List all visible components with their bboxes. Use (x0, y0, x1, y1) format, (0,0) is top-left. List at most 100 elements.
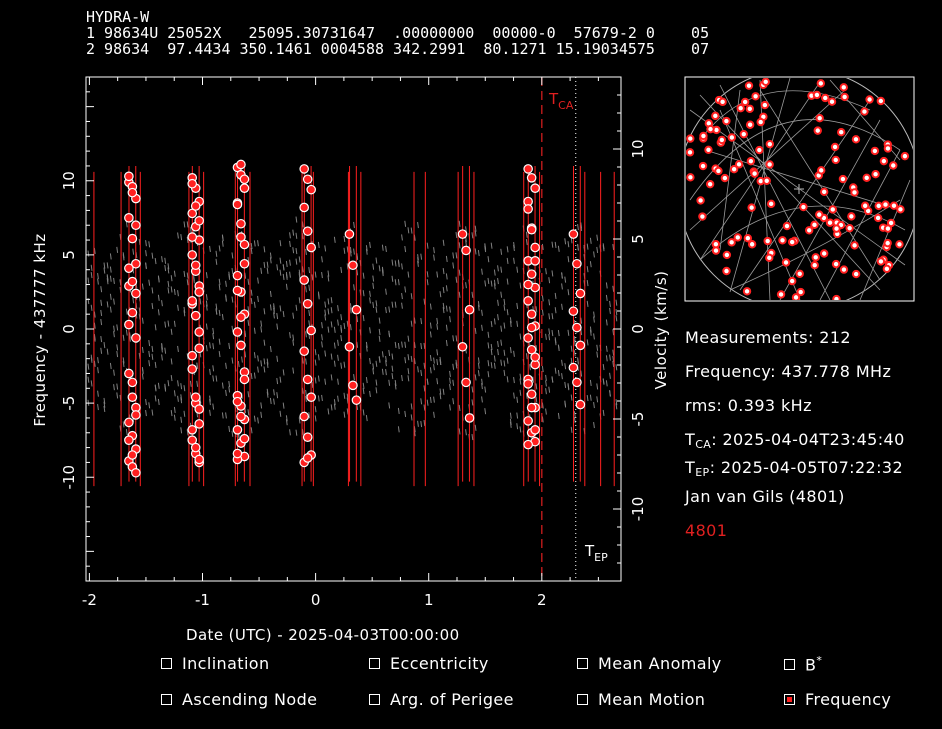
sky-point (847, 212, 856, 221)
sky-point (873, 213, 883, 223)
model-dash (586, 394, 589, 402)
model-dash (407, 354, 410, 361)
y-tick-label-right: -5 (629, 412, 647, 427)
model-dash (426, 271, 429, 278)
sky-point (840, 92, 849, 102)
bstar-checkbox[interactable] (784, 658, 795, 670)
model-dash (215, 375, 218, 382)
model-dash (397, 343, 400, 350)
model-dash (445, 255, 448, 263)
model-dash (513, 392, 515, 399)
model-dash (196, 380, 199, 387)
sky-point (765, 139, 775, 149)
model-dash (100, 299, 103, 306)
bstar-toggle[interactable]: B* (784, 654, 822, 674)
model-dash (609, 372, 611, 379)
measurement-point (526, 322, 537, 333)
model-dash (381, 351, 384, 358)
ascending-node-checkbox[interactable] (161, 694, 172, 705)
mean-motion-toggle[interactable]: Mean Motion (577, 690, 705, 709)
model-dash (97, 390, 99, 397)
model-dash (263, 358, 266, 365)
model-dash (113, 331, 115, 338)
model-dash (151, 345, 154, 353)
model-dash (308, 320, 311, 327)
measurement-points (124, 159, 586, 478)
reference-lines (541, 77, 577, 581)
model-dash (343, 322, 346, 330)
model-dash (605, 355, 608, 362)
measurement-point (127, 276, 138, 287)
arg-of-perigee-toggle[interactable]: Arg. of Perigee (369, 690, 514, 709)
sky-point (879, 156, 889, 166)
model-dash (116, 324, 119, 331)
model-dash (305, 286, 307, 293)
eccentricity-checkbox[interactable] (369, 658, 380, 669)
model-dash (503, 369, 506, 377)
model-dash (90, 304, 93, 311)
sky-point (787, 237, 797, 247)
mean-anomaly-checkbox[interactable] (577, 658, 588, 669)
model-dash (426, 378, 429, 385)
model-dash (509, 412, 512, 419)
model-dash (474, 374, 477, 381)
model-dash (183, 221, 186, 228)
model-dash (292, 229, 295, 236)
model-dash (109, 362, 112, 369)
model-dash (87, 250, 90, 257)
model-dash (525, 238, 528, 246)
measurement-point (457, 341, 468, 352)
model-dash (97, 357, 99, 364)
model-dash (477, 370, 480, 377)
arg-of-perigee-checkbox[interactable] (369, 694, 380, 705)
model-dash (317, 375, 320, 382)
model-dash (506, 278, 509, 285)
model-dash (554, 292, 557, 300)
measurement-point (190, 442, 201, 453)
model-dash (548, 313, 551, 320)
model-dash (141, 373, 144, 380)
eccentricity-toggle[interactable]: Eccentricity (369, 654, 489, 673)
inclination-toggle[interactable]: Inclination (161, 654, 270, 673)
measurement-point (124, 435, 134, 445)
model-dash (573, 411, 576, 418)
frequency-toggle[interactable]: Frequency (784, 690, 891, 709)
model-dash (346, 408, 349, 415)
measurement-point (526, 224, 537, 235)
mean-motion-checkbox[interactable] (577, 694, 588, 705)
model-dash (250, 289, 253, 296)
model-dash (327, 408, 330, 415)
model-dash (410, 293, 413, 300)
mean-anomaly-toggle[interactable]: Mean Anomaly (577, 654, 722, 673)
model-dash (525, 353, 528, 360)
model-dash (180, 427, 183, 434)
model-dash (317, 395, 320, 402)
model-dash (97, 273, 99, 280)
model-dash (410, 414, 413, 421)
sky-point (698, 161, 708, 171)
model-dash (388, 402, 391, 409)
model-dash (369, 241, 371, 249)
model-dash (391, 301, 394, 308)
sky-point (686, 134, 695, 143)
model-dash (423, 298, 426, 305)
inclination-checkbox[interactable] (161, 658, 172, 669)
model-dash (305, 389, 307, 397)
model-dash (397, 407, 400, 414)
frequency-checkbox[interactable] (784, 694, 795, 705)
ascending-node-toggle[interactable]: Ascending Node (161, 690, 317, 709)
measurement-point (187, 350, 198, 361)
model-dash (458, 242, 461, 249)
model-dash (164, 347, 167, 354)
measurement-point (523, 296, 533, 306)
model-dash (97, 278, 99, 285)
model-dash (586, 280, 589, 287)
model-dash (481, 268, 483, 275)
model-dash (148, 350, 151, 357)
sky-point (765, 160, 774, 169)
model-dash (417, 420, 419, 427)
model-dash (109, 306, 112, 313)
measurement-point (530, 256, 540, 266)
sky-point (882, 264, 892, 274)
tca-value: TCA: 2025-04-04T23:45:40 (685, 430, 905, 451)
